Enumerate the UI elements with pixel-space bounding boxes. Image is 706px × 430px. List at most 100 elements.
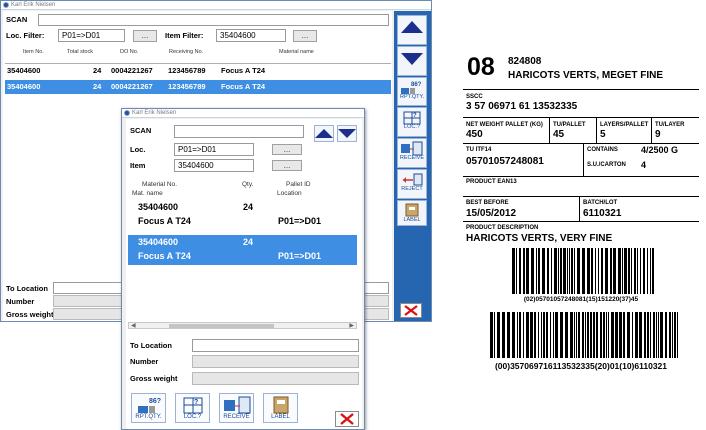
scroll-right-icon[interactable]: ▶ (349, 322, 354, 329)
tu-itf-label: TU ITF14 (466, 147, 492, 153)
col-total-stock: Total stock (67, 49, 93, 55)
loc-browse-button[interactable]: ... (272, 144, 302, 155)
list-item[interactable]: 35404600 24 Focus A T24 P01=>D01 (128, 201, 357, 231)
horizontal-scrollbar[interactable]: ◀ ▶ (128, 322, 357, 329)
app-icon (124, 110, 130, 116)
divider (463, 221, 699, 222)
barcode-2-text: (00)357069716113532335(20)01(10)6110321 (494, 361, 668, 371)
col-material-no: Material No. (142, 181, 178, 188)
to-location-label: To Location (6, 284, 48, 293)
receive-label: RECEIVE (223, 414, 250, 420)
location-query-icon: ? (398, 110, 426, 125)
label-label: LABEL (403, 217, 421, 223)
label-button[interactable]: LABEL (397, 200, 427, 226)
reject-button[interactable]: REJECT (397, 169, 427, 199)
scrollbar-thumb[interactable] (169, 324, 274, 328)
loc-query-button[interactable]: ? LOC.? (175, 393, 210, 423)
item-input[interactable]: 35404600 (174, 159, 254, 172)
item-qty: 24 (243, 202, 254, 212)
receive-icon (398, 141, 426, 156)
item-location: P01=>D01 (278, 251, 322, 261)
description-label: PRODUCT DESCRIPTION (466, 225, 539, 231)
col-material-name: Material name (279, 49, 314, 55)
item-matno: 35404600 (138, 202, 179, 212)
gross-weight-label: Gross weight (130, 374, 178, 383)
label-button[interactable]: LABEL (263, 393, 298, 423)
window-title: Karl Erik Nielsen (132, 110, 177, 116)
item-location: P01=>D01 (278, 216, 322, 226)
scroll-down-button[interactable] (337, 125, 357, 142)
handheld-panel: SCAN Loc. P01=>D01 ... Item 35404600 ...… (126, 119, 362, 429)
label-label: LABEL (271, 414, 290, 420)
sscc-label: SSCC (466, 94, 483, 100)
cell-stock: 24 (93, 66, 102, 75)
scroll-down-button[interactable] (397, 46, 427, 76)
barcode-1 (512, 248, 654, 294)
triangle-up-icon (401, 21, 423, 33)
close-icon (340, 413, 354, 425)
divider (463, 117, 699, 118)
divider (583, 143, 584, 176)
barcode-2 (490, 312, 678, 358)
scroll-up-button[interactable] (397, 15, 427, 45)
scroll-left-icon[interactable]: ◀ (131, 322, 136, 329)
svg-text:86?: 86? (149, 398, 161, 405)
item-filter-browse-button[interactable]: ... (293, 30, 317, 42)
divider (579, 196, 580, 221)
scan-input[interactable] (38, 14, 389, 26)
gross-weight-label: Gross weight (6, 310, 54, 319)
receive-button[interactable]: RECEIVE (397, 138, 427, 168)
divider (549, 117, 550, 143)
rpt-qty-button[interactable]: 86? RPT.QTY. (131, 393, 166, 423)
col-location: Location (277, 190, 302, 197)
net-weight-value: 450 (466, 129, 483, 140)
close-x-button[interactable] (335, 411, 359, 427)
net-weight-label: NET WEIGHT PALLET (KG) (466, 122, 543, 128)
main-window-titlebar: Karl Erik Nielsen (1, 1, 431, 10)
description-value: HARICOTS VERTS, VERY FINE (466, 233, 613, 244)
close-x-button[interactable] (400, 303, 422, 318)
report-quantity-icon: 86? (398, 80, 426, 94)
pallet-label: 08 824808 HARICOTS VERTS, MEGET FINE SSC… (461, 50, 701, 380)
barcode-1-text: (02)05701057248081(15)151220(37)45 (523, 296, 639, 303)
number-label: Number (6, 297, 35, 306)
loc-filter-label: Loc. Filter: (6, 31, 45, 40)
loc-filter-browse-button[interactable]: ... (133, 30, 157, 42)
close-icon (404, 305, 418, 316)
loc-query-label: LOC.? (183, 414, 202, 420)
scan-input[interactable] (174, 125, 304, 138)
triangle-down-icon (401, 53, 423, 65)
label-big-number: 08 (467, 53, 495, 81)
triangle-up-icon (315, 129, 333, 138)
loc-filter-input[interactable]: P01=>D01 (58, 29, 125, 42)
tu-pallet-value: 45 (553, 129, 565, 140)
item-filter-input[interactable]: 35404600 (216, 29, 286, 42)
number-label: Number (130, 357, 159, 366)
scroll-up-button[interactable] (314, 125, 334, 142)
divider (596, 117, 597, 143)
loc-button[interactable]: ? LOC.? (397, 107, 427, 137)
label-print-icon (264, 396, 297, 414)
reject-icon (398, 172, 426, 186)
triangle-down-icon (338, 129, 356, 138)
cell-item: 35404600 (7, 82, 41, 91)
to-location-input[interactable] (192, 339, 359, 352)
cell-do: 0004221267 (111, 66, 153, 75)
batch-label: BATCH/LOT (583, 200, 618, 206)
list-item-selected[interactable]: 35404600 24 Focus A T24 P01=>D01 (128, 235, 357, 265)
label-product: HARICOTS VERTS, MEGET FINE (508, 70, 664, 81)
table-row[interactable]: 35404600 24 0004221267 123456789 Focus A… (5, 63, 391, 77)
su-carton-value: 4 (641, 160, 647, 170)
item-browse-button[interactable]: ... (272, 160, 302, 171)
item-filter-label: Item Filter: (165, 31, 204, 40)
col-receiving-no: Receiving No. (169, 49, 204, 55)
tu-itf-value: 05701057248081 (466, 156, 544, 167)
receive-button[interactable]: RECEIVE (219, 393, 254, 423)
side-toolbar: 86? RPT.QTY. ? LOC.? RECEIVE REJECT LABE… (394, 11, 431, 321)
col-qty: Qty. (242, 181, 254, 188)
rpt-qty-button[interactable]: 86? RPT.QTY. (397, 77, 427, 106)
table-row-selected[interactable]: 35404600 24 0004221267 123456789 Focus A… (5, 80, 391, 94)
cell-do: 0004221267 (111, 82, 153, 91)
loc-input[interactable]: P01=>D01 (174, 143, 254, 156)
label-print-icon (398, 203, 426, 217)
